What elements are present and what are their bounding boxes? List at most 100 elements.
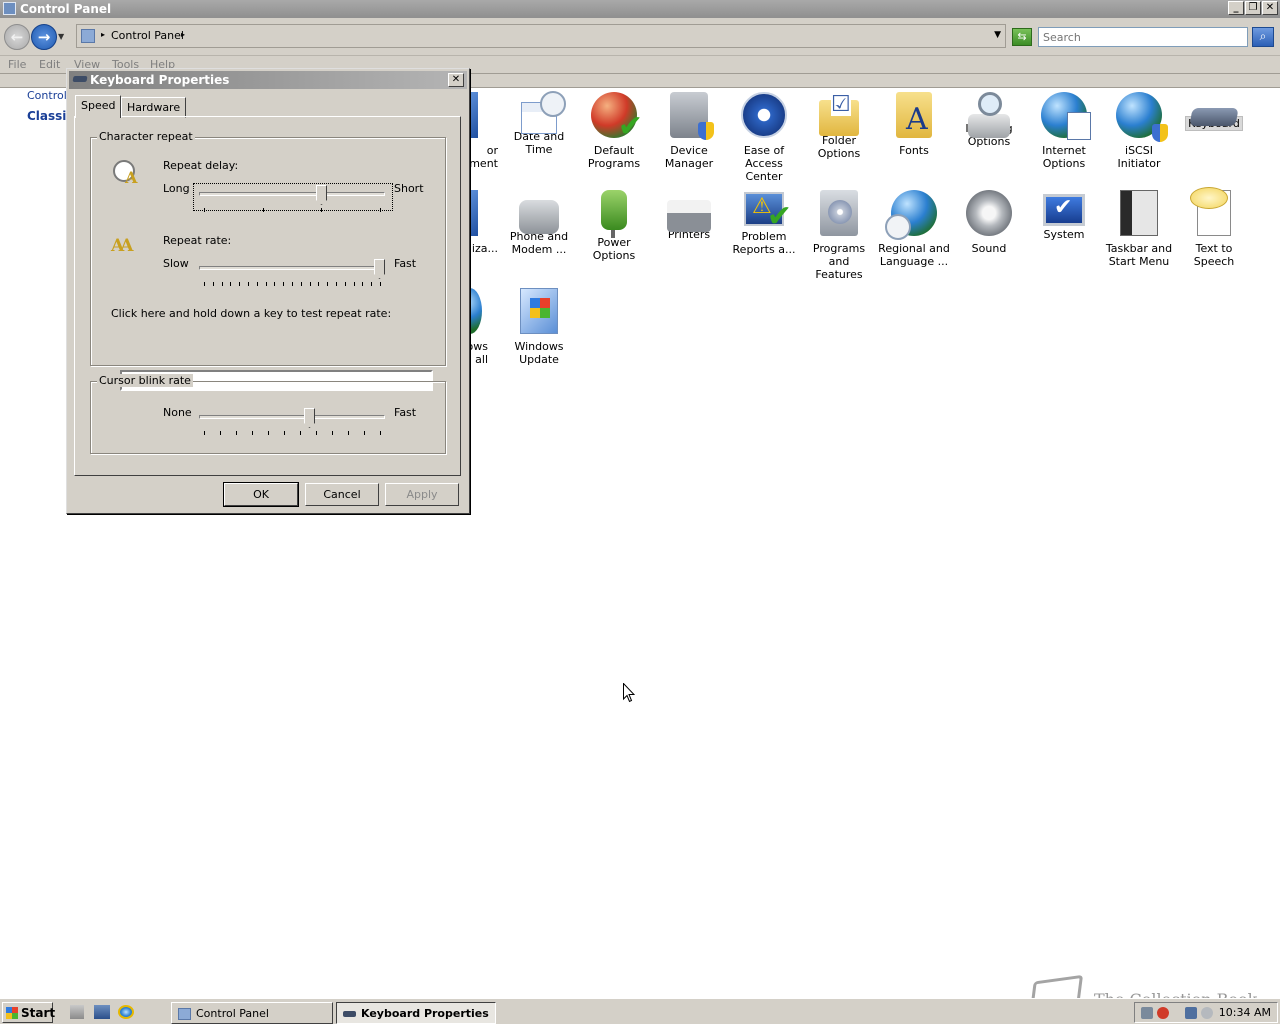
window-title: Control Panel [20,2,112,16]
slider-tick [380,208,381,212]
control-panel-item[interactable]: Windows Update [502,288,576,366]
character-repeat-heading: Character repeat [97,130,195,143]
breadcrumb-control-panel[interactable]: Control Panel [111,29,184,42]
device-manager-icon [670,92,714,140]
taskbar-control-panel[interactable]: Control Panel [171,1002,333,1024]
tab-hardware[interactable]: Hardware [121,97,187,118]
slider-tick [257,282,258,286]
security-tray-icon[interactable] [1141,1007,1153,1019]
control-panel-item-selected[interactable]: Keyboard [1177,92,1251,131]
control-panel-item[interactable]: Printers [652,190,726,241]
start-button[interactable]: Start [2,1002,55,1023]
forward-button[interactable]: → [31,24,57,50]
cursor-blink-slider[interactable] [199,408,385,438]
slider-thumb[interactable] [374,259,385,279]
control-panel-item[interactable]: Sound [952,190,1026,255]
windows-update-icon [520,288,558,334]
character-repeat-group: Character repeat Repeat delay: Long Shor… [90,130,446,366]
dialog-title: Keyboard Properties [90,73,230,87]
dialog-close-button[interactable]: ✕ [448,73,464,87]
restore-button[interactable]: ❐ [1245,1,1261,15]
slider-tick [268,431,269,435]
search-input[interactable] [1038,27,1248,47]
alert-tray-icon[interactable] [1157,1007,1169,1019]
taskbar-keyboard-properties[interactable]: Keyboard Properties [336,1002,496,1024]
control-panel-item[interactable]: Power Options [577,190,651,262]
volume-muted-icon[interactable] [1201,1007,1213,1019]
speech-icon [1190,187,1231,236]
slider-tick [204,208,205,212]
close-button[interactable]: ✕ [1262,1,1278,15]
internet-explorer-icon[interactable] [118,1005,134,1019]
control-panel-item[interactable]: Internet Options [1027,92,1101,170]
control-panel-item[interactable]: Device Manager [652,92,726,170]
system-icon [1043,194,1085,226]
control-panel-item[interactable]: Programs and Features [802,190,876,281]
slider-tick [310,282,311,286]
slider-tick [274,282,275,286]
control-panel-item[interactable]: System [1027,190,1101,241]
control-panel-item[interactable]: Regional and Language ... [877,190,951,268]
address-bar[interactable]: ▸ Control Panel ▸ ▼ [76,24,1006,48]
menu-edit[interactable]: Edit [39,58,60,71]
slider-tick [283,282,284,286]
slider-tick [380,282,381,286]
taskbar: Start Control Panel Keyboard Properties … [0,998,1280,1024]
iscsi-icon [1116,92,1168,142]
slider-tick [348,431,349,435]
repeat-delay-slider[interactable] [199,185,385,215]
repeat-delay-label: Repeat delay: [163,159,239,172]
menu-file[interactable]: File [8,58,26,71]
breadcrumb-arrow-icon[interactable]: ▸ [101,30,105,39]
control-panel-item[interactable]: Ease of Access Center [727,92,801,183]
tab-speed[interactable]: Speed [75,95,122,118]
slider-tick [222,282,223,286]
programs-icon [820,190,858,236]
slider-tick [332,431,333,435]
control-panel-item[interactable]: Text to Speech [1177,187,1251,268]
control-panel-item[interactable]: Default Programs [577,92,651,170]
taskbar-label: Keyboard Properties [361,1007,489,1020]
breadcrumb-chevron-icon[interactable]: ▸ [181,30,185,39]
back-button[interactable]: ← [4,24,30,50]
refresh-button[interactable]: ⇆ [1012,28,1032,46]
minimize-button[interactable]: _ [1228,1,1244,15]
recent-pages-dropdown-icon[interactable]: ▼ [58,32,64,41]
slider-tick [354,282,355,286]
power-icon [601,190,627,238]
control-panel-item[interactable]: Folder Options [802,92,876,160]
control-panel-item[interactable]: Taskbar and Start Menu [1102,190,1176,268]
slider-tick [236,431,237,435]
cursor-blink-heading: Cursor blink rate [97,374,193,387]
slider-track [199,266,385,270]
repeat-delay-min-label: Long [163,182,190,195]
show-desktop-icon[interactable] [94,1005,110,1019]
indexing-icon [968,92,1010,138]
slider-thumb[interactable] [304,408,315,428]
search-icon[interactable]: ⌕ [1252,27,1274,47]
ok-button[interactable]: OK [223,482,299,507]
network-tray-icon[interactable] [1185,1007,1197,1019]
slider-tick [345,282,346,286]
control-panel-home-link[interactable]: Control [27,89,67,102]
ease-of-access-icon [741,92,787,138]
system-tray: 10:34 AM [1134,1002,1278,1023]
control-panel-item[interactable]: iSCSI Initiator [1102,92,1176,170]
control-panel-icon [81,29,95,43]
slider-tick [318,282,319,286]
control-panel-item[interactable]: Indexing Options [952,92,1026,148]
folder-options-icon [819,94,859,136]
control-panel-item[interactable]: Fonts [877,92,951,157]
control-panel-item[interactable]: Phone and Modem ... [502,190,576,256]
slider-thumb[interactable] [316,185,327,205]
cursor-blink-max-label: Fast [394,406,417,419]
server-manager-icon[interactable] [70,1005,84,1019]
slider-tick [292,282,293,286]
slider-tick [301,282,302,286]
control-panel-item[interactable]: Problem Reports a... [727,190,801,256]
address-dropdown-icon[interactable]: ▼ [994,30,1001,40]
control-panel-item[interactable]: Date and Time [502,91,576,156]
repeat-rate-slider[interactable] [199,259,385,289]
apply-button[interactable]: Apply [385,483,459,506]
cancel-button[interactable]: Cancel [305,483,379,506]
